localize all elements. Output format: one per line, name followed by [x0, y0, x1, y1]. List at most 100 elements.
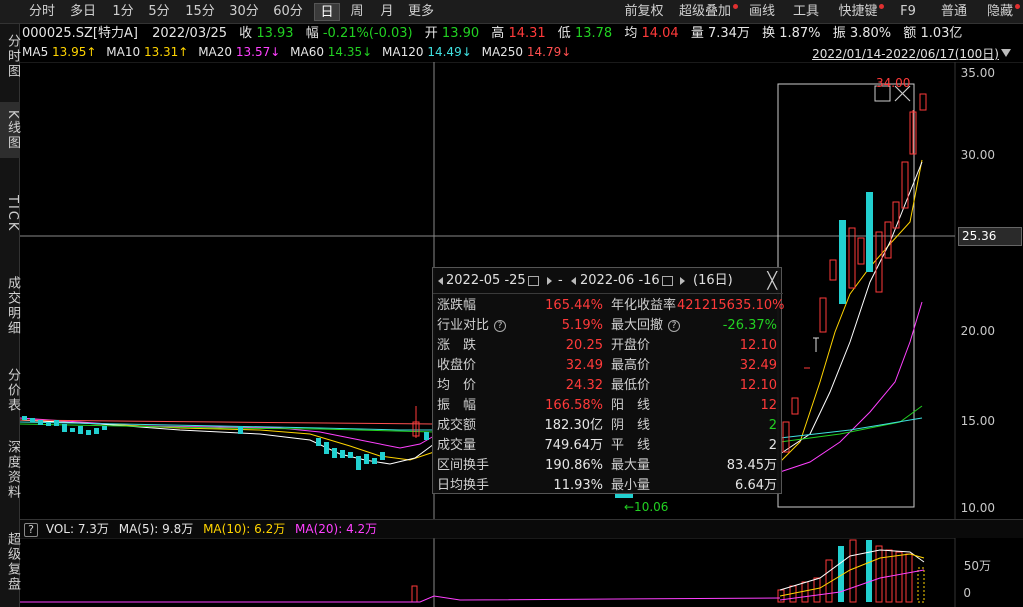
- stats-left-label: 日均换手: [437, 478, 490, 493]
- stats-right-value: 421215635.10%: [677, 298, 785, 313]
- low-label: 低: [557, 26, 571, 41]
- period-tab-1min[interactable]: 1分: [108, 3, 138, 21]
- stats-left-label: 均 价: [437, 378, 477, 393]
- tools-button[interactable]: 工具: [790, 3, 822, 21]
- ma120-value: 14.49↓: [427, 45, 472, 59]
- normal-mode-button[interactable]: 普通: [936, 3, 972, 21]
- ma10-value: 13.31↑: [143, 45, 189, 59]
- quote-info-line: 000025.SZ[特力A] 2022/03/25 收 13.93 幅 -0.2…: [22, 25, 962, 43]
- stats-left-label: 涨 跌: [437, 338, 477, 353]
- start-date-prev-icon[interactable]: [438, 277, 443, 285]
- period-tab-5min[interactable]: 5分: [144, 3, 174, 21]
- amount-value: 1.03亿: [920, 26, 963, 41]
- stats-left-value: 749.64万: [544, 438, 604, 453]
- industry-compare-help-icon[interactable]: ?: [494, 320, 506, 332]
- shortcut-label: 快捷键: [838, 4, 878, 19]
- end-date-next-icon[interactable]: [680, 277, 685, 285]
- moving-average-legend: MA5 13.95↑ MA10 13.31↑ MA20 13.57↓ MA60 …: [22, 44, 571, 60]
- period-toolbar: 分时 多日 1分 5分 15分 30分 60分 日 周 月 更多 前复权 超级叠…: [0, 0, 1023, 24]
- stats-left-label: 区间换手: [437, 458, 490, 473]
- popup-header: 2022-05 -25 - 2022-06 -16 (16日) ╳: [433, 268, 783, 294]
- volume-value: 7.34万: [707, 26, 750, 41]
- stats-right-label: 阳 线: [611, 398, 651, 413]
- side-tab-super-review[interactable]: 超级复盘: [0, 524, 20, 600]
- period-tab-month[interactable]: 月: [374, 3, 400, 21]
- stats-row: 成交额 182.30亿阴 线 2: [433, 416, 783, 436]
- candles-left: [22, 406, 429, 470]
- super-overlay-button[interactable]: 超级叠加: [674, 3, 738, 21]
- period-tab-60min[interactable]: 60分: [270, 3, 306, 21]
- stats-right-value: 32.49: [739, 358, 777, 373]
- stats-left-label: 行业对比: [437, 318, 490, 333]
- stats-left-label: 收盘价: [437, 358, 477, 373]
- start-date-text: 2022-05 -25: [446, 273, 526, 288]
- stats-row: 行业对比? 5.19% 最大回撤? -26.37%: [433, 316, 783, 336]
- open-value: 13.90: [441, 26, 480, 41]
- period-tab-more[interactable]: 更多: [404, 3, 438, 21]
- stats-row: 日均换手 11.93% 最小量 6.64万: [433, 476, 783, 496]
- stats-right-label: 年化收益率: [611, 298, 677, 313]
- avg-value: 14.04: [641, 26, 679, 41]
- vol-tick-50w: 50万: [963, 559, 991, 573]
- turnover-label: 换: [762, 26, 776, 41]
- end-date-prev-icon[interactable]: [571, 277, 576, 285]
- range-dropdown-icon[interactable]: [1001, 49, 1011, 57]
- end-date-field[interactable]: 2022-06 -16: [580, 272, 673, 290]
- vol-ma-left-line: [20, 595, 781, 603]
- side-tab-price-distribution[interactable]: 分价表: [0, 362, 20, 418]
- period-tab-day[interactable]: 日: [314, 3, 340, 21]
- period-tab-intraday[interactable]: 分时: [24, 3, 60, 21]
- ma5-value: 13.95↑: [52, 45, 97, 59]
- calendar-icon[interactable]: [527, 275, 539, 286]
- f9-button[interactable]: F9: [896, 3, 920, 21]
- start-date-field[interactable]: 2022-05 -25: [446, 272, 539, 290]
- high-value: 14.31: [508, 26, 546, 41]
- period-tab-multiday[interactable]: 多日: [64, 3, 102, 21]
- volume-help-icon[interactable]: ?: [24, 523, 38, 537]
- stats-right-label: 最大回撤: [611, 318, 664, 333]
- stats-row: 区间换手 190.86% 最大量 83.45万: [433, 456, 783, 476]
- high-label: 高: [491, 26, 505, 41]
- stats-right-label: 开盘价: [611, 338, 651, 353]
- side-tab-deep-data[interactable]: 深度资料: [0, 432, 20, 508]
- stats-left-value: 182.30亿: [544, 418, 604, 433]
- date-range-selector[interactable]: 2022/01/14-2022/06/17(100日): [812, 45, 999, 62]
- stats-right-label: 阴 线: [611, 418, 651, 433]
- stats-row: 振 幅 166.58% 阳 线 12: [433, 396, 783, 416]
- hide-button[interactable]: 隐藏: [982, 3, 1020, 21]
- shortcut-button[interactable]: 快捷键: [834, 3, 884, 21]
- ma5-label: MA5: [22, 45, 49, 59]
- stats-right-value: 6.64万: [735, 478, 777, 493]
- stats-row: 成交量 749.64万平 线 2: [433, 436, 783, 456]
- amplitude-value: 3.80%: [849, 26, 892, 41]
- stats-left-label: 成交量: [437, 438, 477, 453]
- stats-left-value: 20.25: [565, 338, 603, 353]
- period-tab-30min[interactable]: 30分: [226, 3, 262, 21]
- stats-right-value: 83.45万: [726, 458, 777, 473]
- side-tab-trade-detail[interactable]: 成交明细: [0, 268, 20, 344]
- notification-dot-icon: [879, 4, 884, 9]
- ma60-value: 14.35↓: [327, 45, 373, 59]
- ma120-label: MA120: [382, 45, 424, 59]
- period-tab-week[interactable]: 周: [344, 3, 370, 21]
- start-date-next-icon[interactable]: [547, 277, 552, 285]
- ma10-label: MA10: [106, 45, 141, 59]
- calendar-icon[interactable]: [661, 275, 673, 286]
- side-tab-kline-chart[interactable]: K线图: [0, 102, 20, 158]
- open-label: 开: [424, 26, 438, 41]
- adjust-forward-button[interactable]: 前复权: [620, 3, 668, 21]
- draw-line-button[interactable]: 画线: [746, 3, 778, 21]
- notification-dot-icon: [733, 4, 738, 9]
- vol-ma5-value: MA(5): 9.8万: [118, 522, 194, 536]
- ma10-line-right: [779, 159, 923, 463]
- popup-close-icon[interactable]: ╳: [767, 271, 777, 290]
- vol-tick-0: 0: [963, 586, 971, 600]
- stats-row: 收盘价 32.49 最高价 32.49: [433, 356, 783, 376]
- ma250-label: MA250: [481, 45, 524, 59]
- stats-right-value: -26.37%: [722, 318, 777, 333]
- candles-right: [782, 93, 927, 453]
- period-tab-15min[interactable]: 15分: [182, 3, 218, 21]
- side-tab-tick[interactable]: TICK: [0, 176, 20, 252]
- stats-row: 均 价 24.32 最低价 12.10: [433, 376, 783, 396]
- side-tab-intraday-chart[interactable]: 分时图: [0, 28, 20, 84]
